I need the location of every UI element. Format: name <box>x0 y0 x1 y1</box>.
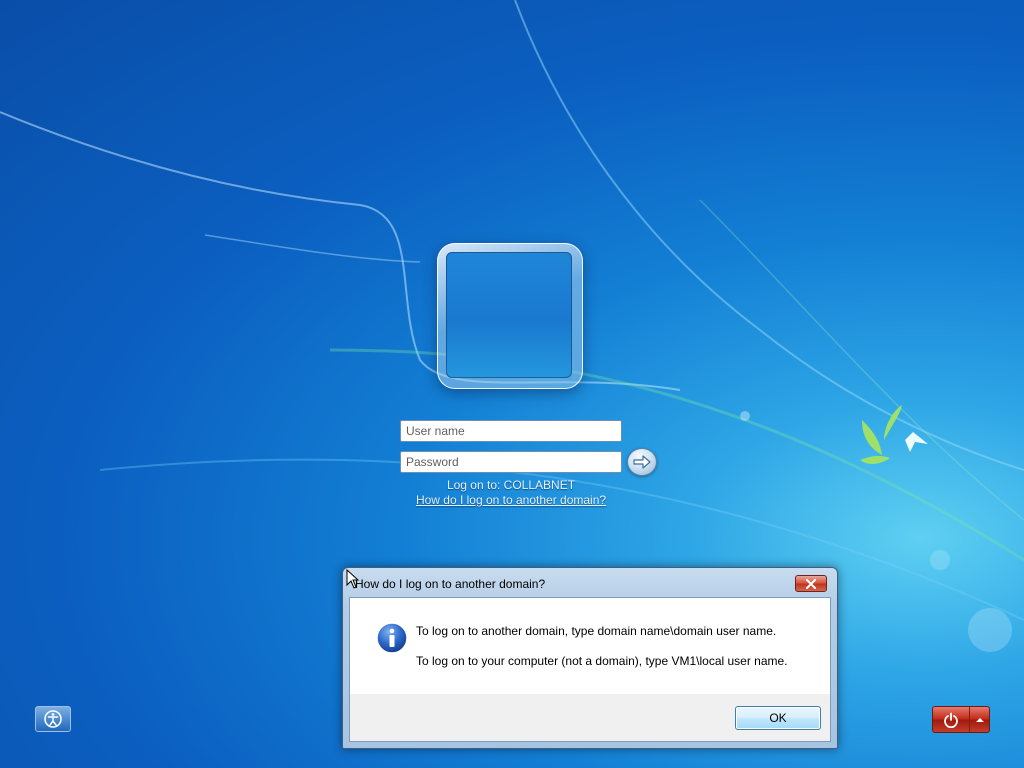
password-input[interactable] <box>400 451 622 473</box>
close-icon <box>806 578 816 589</box>
shut-down-button[interactable] <box>933 707 970 732</box>
dialog-title: How do I log on to another domain? <box>355 577 546 591</box>
submit-button[interactable] <box>627 448 657 476</box>
ok-button[interactable]: OK <box>735 706 821 730</box>
power-button-group <box>932 706 990 733</box>
mouse-cursor-icon <box>346 569 360 589</box>
chevron-up-icon <box>975 717 984 722</box>
user-picture-frame <box>437 243 583 389</box>
shut-down-options-button[interactable] <box>970 707 989 732</box>
ease-of-access-button[interactable] <box>35 706 71 732</box>
another-domain-link[interactable]: How do I log on to another domain? <box>400 493 622 507</box>
username-input[interactable] <box>400 420 622 442</box>
power-icon <box>944 712 958 728</box>
bird-icon <box>860 405 928 464</box>
user-picture <box>446 252 572 378</box>
arrow-right-icon <box>633 455 651 469</box>
dialog-message-line2: To log on to your computer (not a domain… <box>416 654 788 668</box>
dialog-body: To log on to another domain, type domain… <box>349 597 831 742</box>
ease-of-access-icon <box>44 710 62 728</box>
logon-domain-label: Log on to: COLLABNET <box>446 478 576 492</box>
dialog-message-area: To log on to another domain, type domain… <box>350 598 830 694</box>
dialog-message-line1: To log on to another domain, type domain… <box>416 624 777 638</box>
info-icon <box>376 622 408 654</box>
dialog-close-button[interactable] <box>795 575 827 592</box>
help-dialog: How do I log on to another domain? To lo… <box>342 567 838 749</box>
